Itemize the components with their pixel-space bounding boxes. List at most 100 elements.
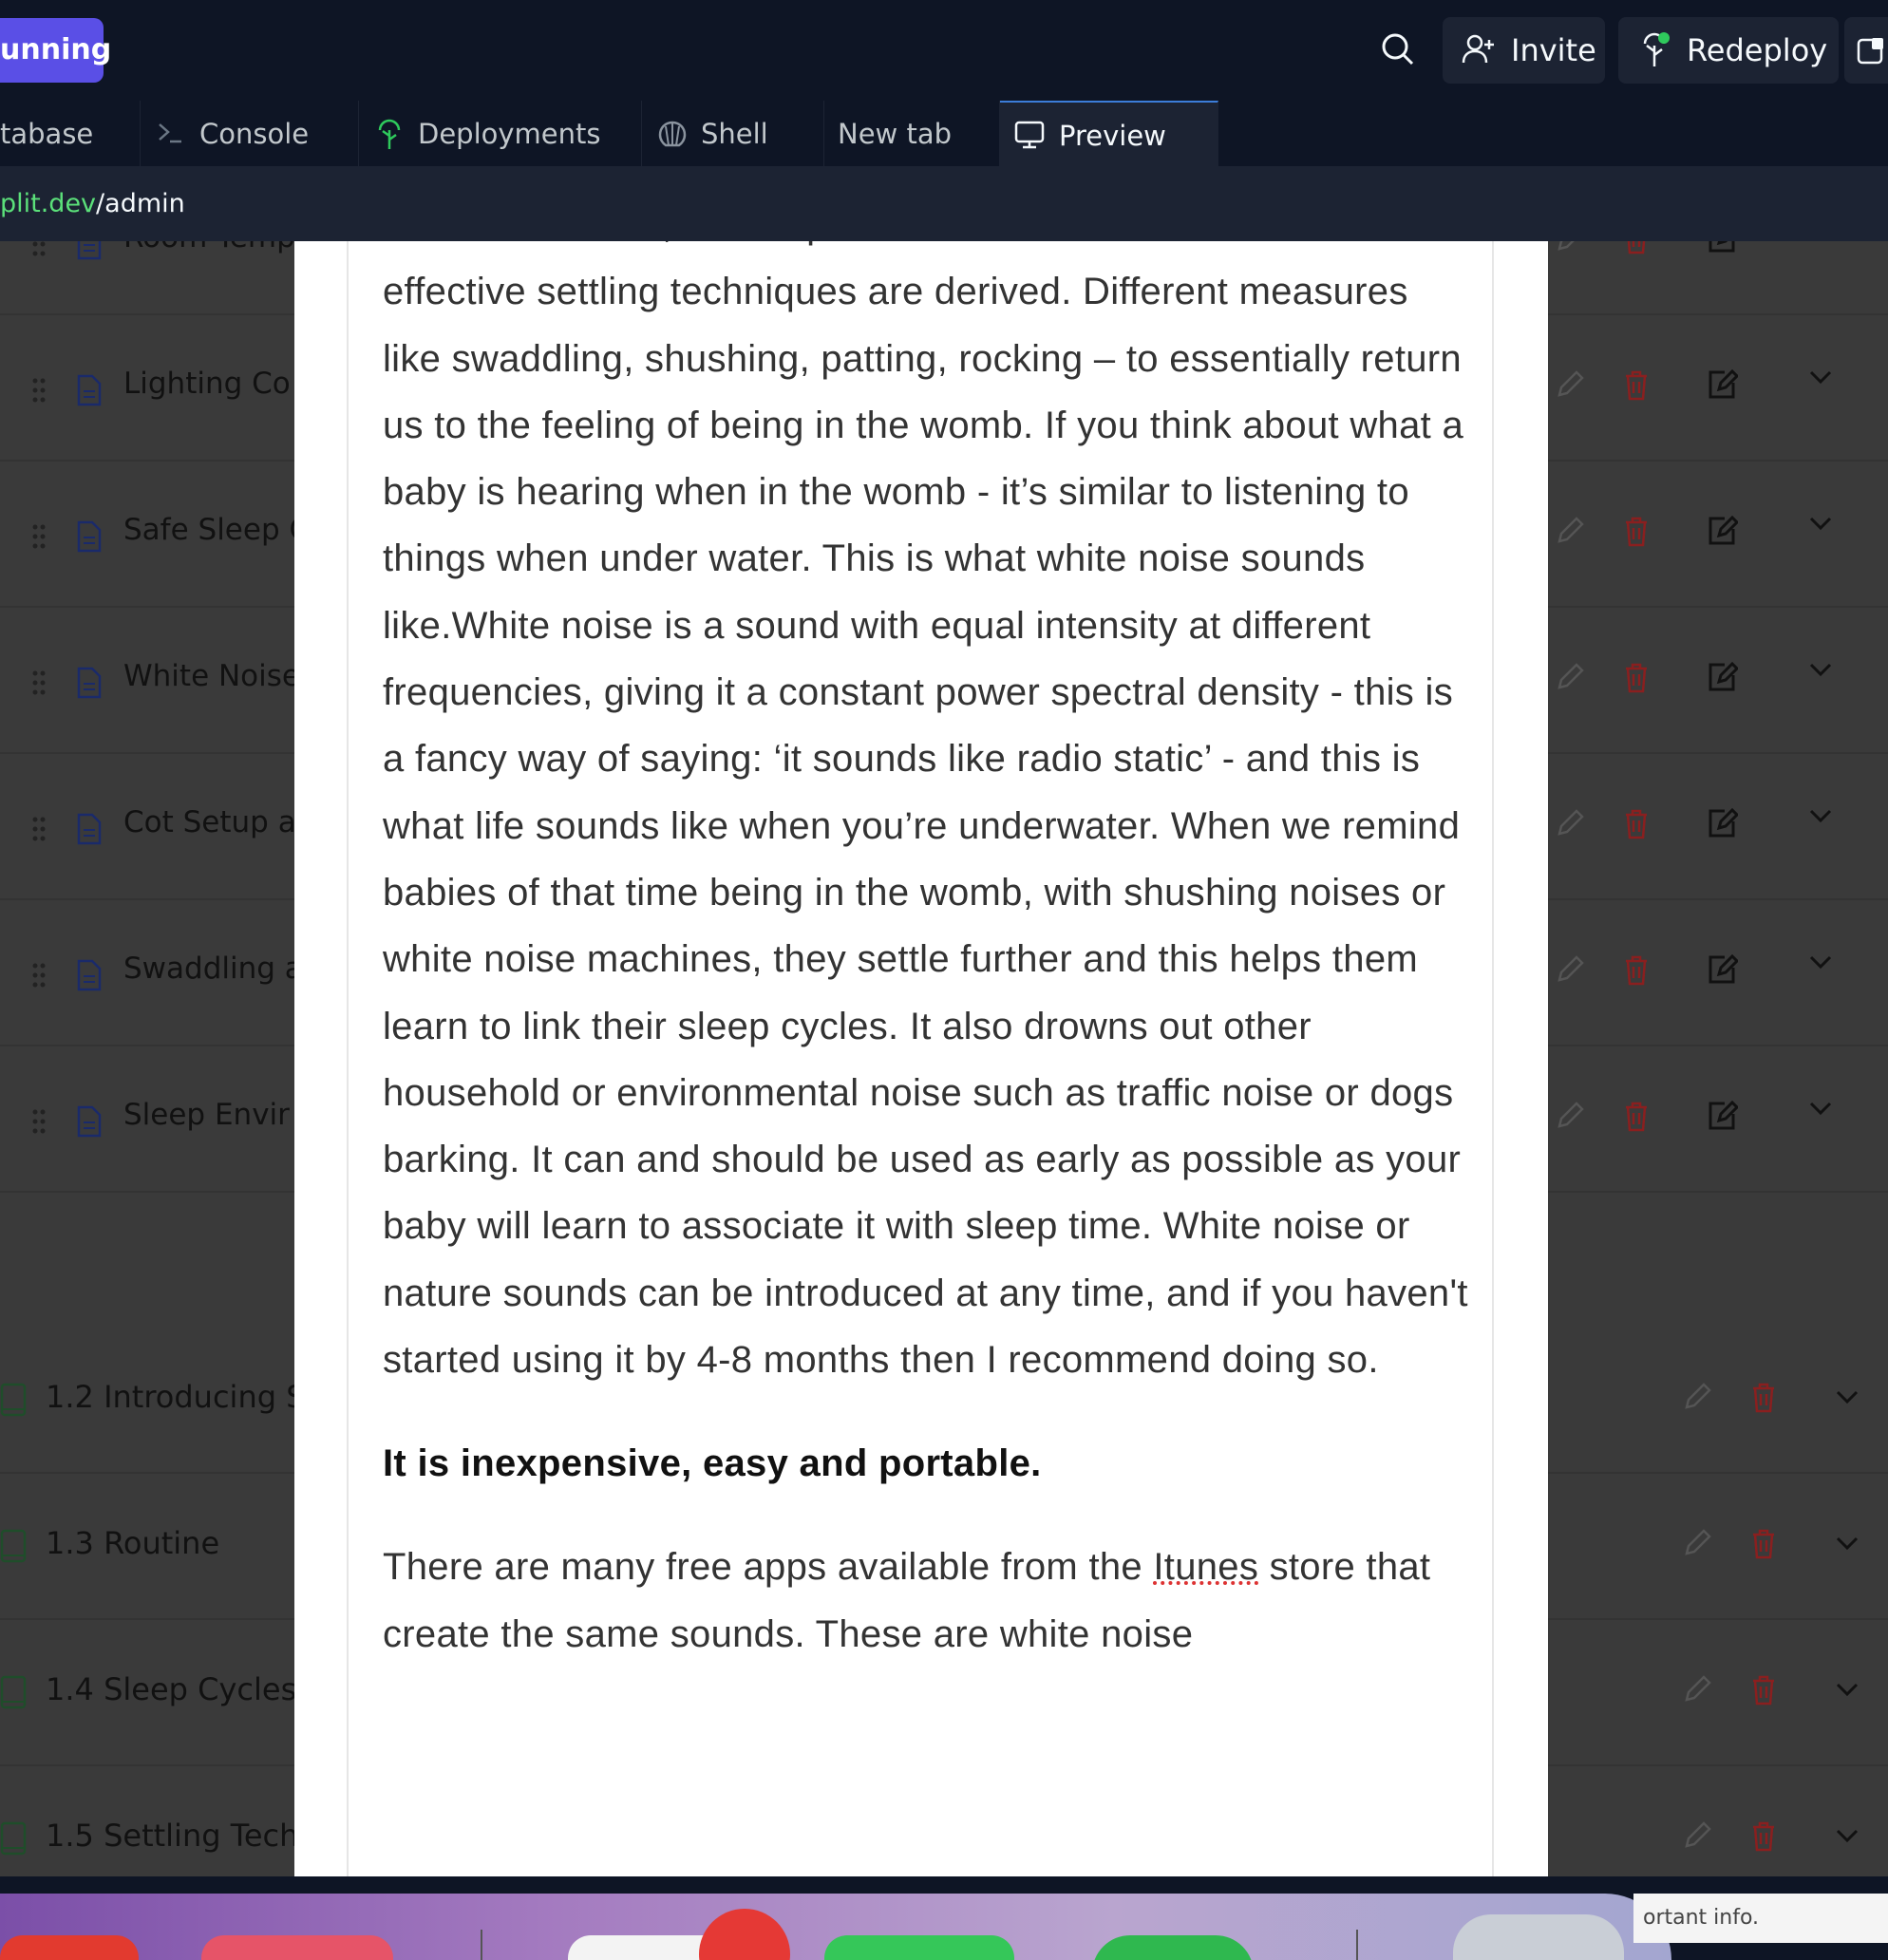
chevron-down-icon[interactable] bbox=[1808, 661, 1833, 678]
trash-icon[interactable] bbox=[1749, 1819, 1778, 1852]
window-toggle-button[interactable] bbox=[1844, 17, 1888, 84]
chevron-down-icon[interactable] bbox=[1835, 1681, 1860, 1698]
drag-handle-icon[interactable] bbox=[32, 670, 46, 695]
trash-icon[interactable] bbox=[1622, 807, 1651, 839]
drag-handle-icon[interactable] bbox=[32, 241, 46, 256]
pencil-icon[interactable] bbox=[1554, 807, 1586, 839]
tab-deployments[interactable]: Deployments bbox=[359, 101, 642, 167]
trash-icon[interactable] bbox=[1622, 515, 1651, 547]
trash-icon[interactable] bbox=[1622, 953, 1651, 986]
lesson-subheading: It is inexpensive, easy and portable. bbox=[383, 1442, 1042, 1485]
paragraph-text: There are many free apps available from … bbox=[383, 1546, 1154, 1589]
run-button[interactable]: unning bbox=[0, 18, 111, 83]
pencil-icon[interactable] bbox=[1681, 1527, 1713, 1559]
pencil-icon[interactable] bbox=[1554, 368, 1586, 401]
tab-shell[interactable]: Shell bbox=[642, 101, 824, 167]
drag-handle-icon[interactable] bbox=[32, 817, 46, 841]
redeploy-button[interactable]: Redeploy bbox=[1618, 17, 1839, 84]
trash-icon[interactable] bbox=[1622, 241, 1651, 254]
os-dock: ortant info. bbox=[0, 1876, 1888, 1960]
trash-icon[interactable] bbox=[1749, 1673, 1778, 1706]
book-icon bbox=[0, 1529, 27, 1563]
redeploy-label: Redeploy bbox=[1687, 32, 1828, 68]
dock-app-icon[interactable] bbox=[824, 1935, 1014, 1960]
url-path: /admin bbox=[96, 189, 185, 218]
lesson-preview-modal[interactable]: the 4th trimester; this helps us to unde… bbox=[294, 241, 1548, 1876]
tab-console[interactable]: Console bbox=[141, 101, 359, 167]
pencil-icon[interactable] bbox=[1554, 953, 1586, 986]
dock-app-icon[interactable] bbox=[201, 1935, 393, 1960]
dock-divider bbox=[1356, 1930, 1358, 1960]
edit-icon[interactable] bbox=[1706, 368, 1738, 401]
trash-icon[interactable] bbox=[1749, 1381, 1778, 1413]
drag-handle-icon[interactable] bbox=[32, 1109, 46, 1134]
pencil-icon[interactable] bbox=[1681, 1381, 1713, 1413]
chevron-down-icon[interactable] bbox=[1808, 515, 1833, 532]
invite-button[interactable]: Invite bbox=[1443, 17, 1605, 84]
document-icon bbox=[77, 959, 102, 991]
shell-icon bbox=[658, 121, 687, 147]
notification-banner[interactable]: ortant info. bbox=[1633, 1894, 1888, 1943]
lesson-title: Cot Setup a bbox=[123, 805, 296, 839]
chevron-down-icon[interactable] bbox=[1835, 1827, 1860, 1844]
drag-handle-icon[interactable] bbox=[32, 524, 46, 549]
book-icon bbox=[0, 1675, 27, 1709]
document-icon bbox=[77, 374, 102, 406]
pencil-icon[interactable] bbox=[1554, 515, 1586, 547]
edit-icon[interactable] bbox=[1706, 241, 1738, 254]
terminal-icon bbox=[159, 123, 181, 143]
edit-icon[interactable] bbox=[1706, 661, 1738, 693]
tab-label: Shell bbox=[701, 118, 768, 150]
tab-label: New tab bbox=[838, 118, 953, 150]
search-icon[interactable] bbox=[1377, 28, 1419, 70]
lesson-title: White Noise bbox=[123, 659, 300, 693]
edit-icon[interactable] bbox=[1706, 515, 1738, 547]
dock-app-icon[interactable] bbox=[0, 1935, 139, 1960]
tab-database[interactable]: tabase bbox=[0, 101, 141, 167]
tab-new-tab[interactable]: New tab bbox=[824, 101, 1000, 167]
url-host: plit.dev bbox=[0, 189, 97, 218]
pencil-icon[interactable] bbox=[1554, 241, 1586, 254]
lesson-title: Lighting Co bbox=[123, 367, 291, 401]
pencil-icon[interactable] bbox=[1554, 1100, 1586, 1132]
book-icon bbox=[0, 1821, 27, 1856]
chevron-down-icon[interactable] bbox=[1808, 1100, 1833, 1117]
trash-icon[interactable] bbox=[1622, 368, 1651, 401]
deployments-icon bbox=[378, 119, 401, 149]
lesson-body: the 4th trimester; this helps us to unde… bbox=[383, 241, 1475, 1668]
pencil-icon[interactable] bbox=[1681, 1819, 1713, 1852]
drag-handle-icon[interactable] bbox=[32, 378, 46, 403]
module-title: 1.4 Sleep Cycles bbox=[46, 1671, 297, 1707]
tab-label: Preview bbox=[1059, 120, 1166, 152]
trash-icon[interactable] bbox=[1453, 1914, 1624, 1960]
document-icon bbox=[77, 667, 102, 699]
lesson-paragraph: the 4th trimester; this helps us to unde… bbox=[383, 241, 1468, 1382]
tab-preview[interactable]: Preview bbox=[1000, 101, 1218, 167]
dock-app-icon[interactable] bbox=[1092, 1935, 1254, 1960]
preview-url-bar[interactable]: plit.dev/admin bbox=[0, 167, 1888, 241]
top-bar: unning Invite Redeploy bbox=[0, 0, 1888, 101]
chevron-down-icon[interactable] bbox=[1835, 1388, 1860, 1405]
chevron-down-icon[interactable] bbox=[1808, 953, 1833, 971]
lesson-preview-content: the 4th trimester; this helps us to unde… bbox=[347, 241, 1494, 1876]
edit-icon[interactable] bbox=[1706, 953, 1738, 986]
chevron-down-icon[interactable] bbox=[1835, 1535, 1860, 1552]
lesson-title: Room Temp bbox=[123, 241, 295, 254]
drag-handle-icon[interactable] bbox=[32, 963, 46, 988]
edit-icon[interactable] bbox=[1706, 1100, 1738, 1132]
edit-icon[interactable] bbox=[1706, 807, 1738, 839]
trash-icon[interactable] bbox=[1622, 661, 1651, 693]
pencil-icon[interactable] bbox=[1681, 1673, 1713, 1706]
book-icon bbox=[0, 1383, 27, 1417]
pencil-icon[interactable] bbox=[1554, 661, 1586, 693]
tab-label: Deployments bbox=[418, 118, 601, 150]
trash-icon[interactable] bbox=[1749, 1527, 1778, 1559]
module-title: 1.5 Settling Techn bbox=[46, 1818, 318, 1854]
invite-label: Invite bbox=[1511, 32, 1596, 68]
lesson-paragraph: There are many free apps available from … bbox=[383, 1534, 1475, 1668]
chevron-down-icon[interactable] bbox=[1808, 368, 1833, 386]
chevron-down-icon[interactable] bbox=[1808, 807, 1833, 824]
trash-icon[interactable] bbox=[1622, 1100, 1651, 1132]
add-user-icon bbox=[1462, 34, 1494, 64]
document-icon bbox=[77, 241, 102, 260]
